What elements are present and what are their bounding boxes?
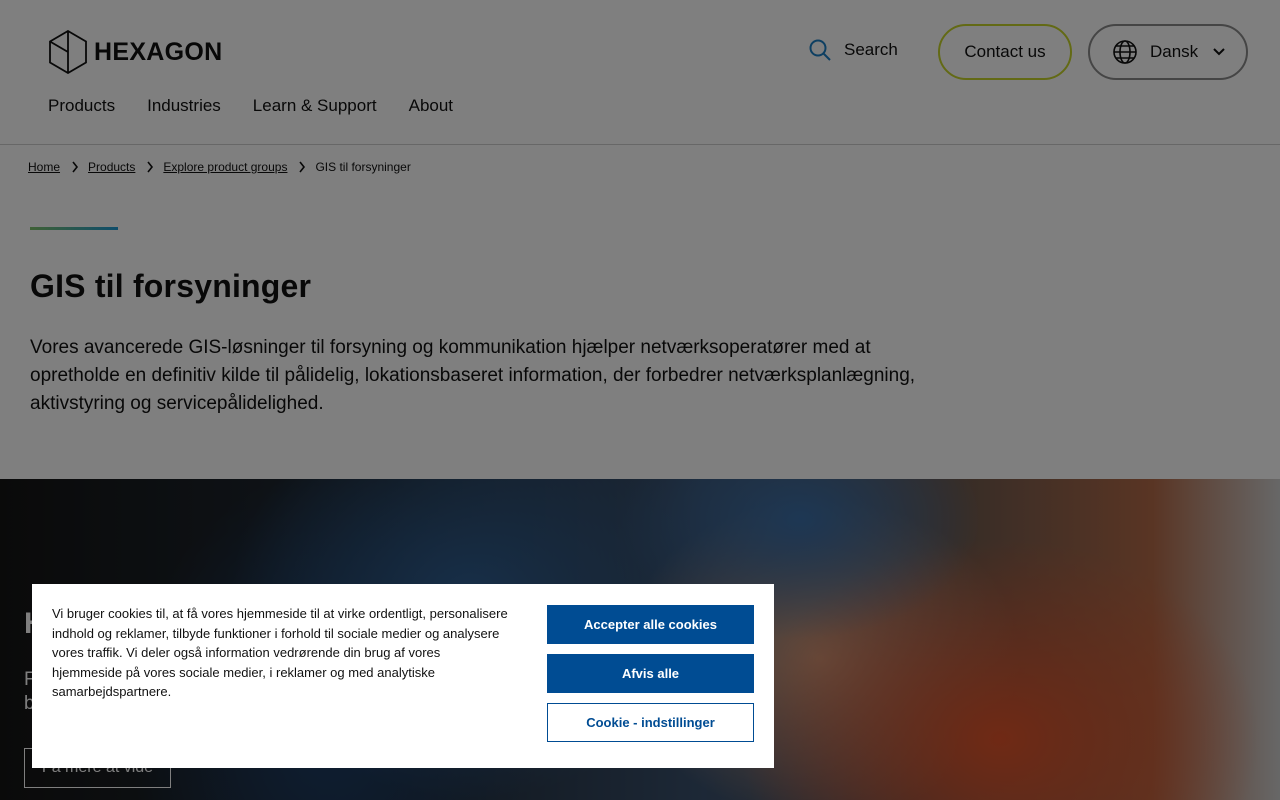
cookie-banner: Vi bruger cookies til, at få vores hjemm… bbox=[32, 584, 774, 768]
cookie-text: Vi bruger cookies til, at få vores hjemm… bbox=[52, 606, 508, 700]
cookie-settings-button[interactable]: Cookie - indstillinger bbox=[547, 703, 754, 742]
accept-all-cookies-button[interactable]: Accepter alle cookies bbox=[547, 605, 754, 644]
reject-all-button[interactable]: Afvis alle bbox=[547, 654, 754, 693]
